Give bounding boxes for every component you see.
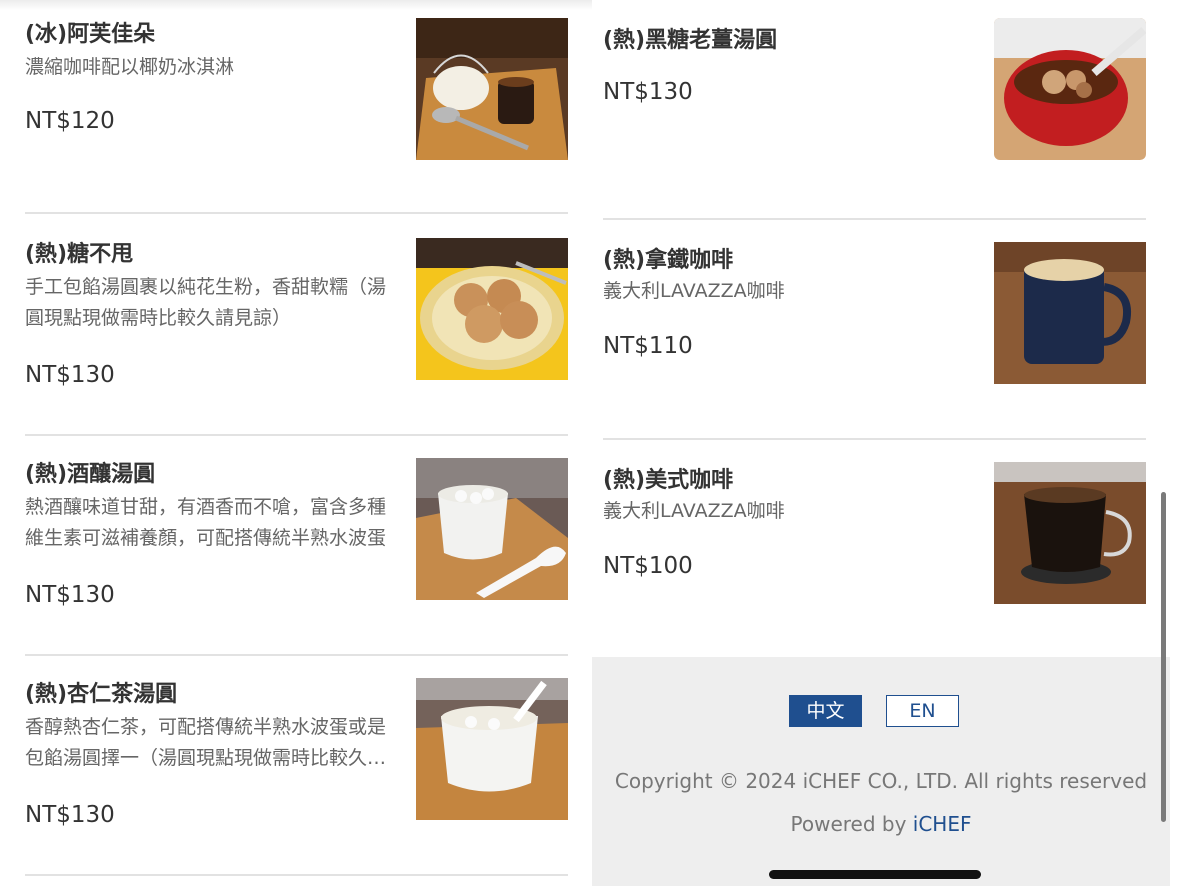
item-price: NT$130 xyxy=(25,582,115,608)
menu-item[interactable]: (熱)糖不甩 手工包餡湯圓裹以純花生粉，香甜軟糯（湯圓現點現做需時比較久請見諒）… xyxy=(25,220,568,440)
powered-by-prefix: Powered by xyxy=(790,812,913,836)
menu-column-left: (冰)阿芙佳朵 濃縮咖啡配以椰奶冰淇淋 NT$120 (熱)糖不甩 手工包餡湯圓… xyxy=(25,0,568,886)
powered-by: Powered by iCHEF xyxy=(592,812,1170,836)
language-zh-button[interactable]: 中文 xyxy=(789,695,862,727)
item-divider xyxy=(25,654,568,656)
item-description: 手工包餡湯圓裹以純花生粉，香甜軟糯（湯圓現點現做需時比較久請見諒） xyxy=(25,276,387,329)
menu-item[interactable]: (熱)拿鐵咖啡 義大利LAVAZZA咖啡 NT$110 xyxy=(603,220,1146,440)
item-name: (熱)杏仁茶湯圓 xyxy=(25,682,178,707)
ichef-link[interactable]: iCHEF xyxy=(913,812,972,836)
item-description: 熱酒釀味道甘甜，有酒香而不嗆，富含多種維生素可滋補養顏，可配搭傳統半熟水波蛋 xyxy=(25,496,387,549)
item-name: (熱)酒釀湯圓 xyxy=(25,462,156,487)
item-description: 義大利LAVAZZA咖啡 xyxy=(603,500,785,522)
item-price: NT$110 xyxy=(603,333,693,359)
item-price: NT$130 xyxy=(603,79,693,105)
item-name: (熱)黑糖老薑湯圓 xyxy=(603,28,778,53)
copyright-text: Copyright © 2024 iCHEF CO., LTD. All rig… xyxy=(614,769,1148,793)
home-indicator[interactable] xyxy=(769,870,981,879)
menu-item[interactable]: (冰)阿芙佳朵 濃縮咖啡配以椰奶冰淇淋 NT$120 xyxy=(25,0,568,220)
menu-item[interactable]: (熱)杏仁茶湯圓 香醇熱杏仁茶，可配搭傳統半熟水波蛋或是包餡湯圓擇一（湯圓現點現… xyxy=(25,660,568,880)
item-name: (熱)美式咖啡 xyxy=(603,468,734,493)
item-divider xyxy=(25,212,568,214)
item-name: (熱)糖不甩 xyxy=(25,242,134,267)
scrollbar[interactable] xyxy=(1161,492,1166,822)
language-en-button[interactable]: EN xyxy=(886,695,959,727)
item-description: 義大利LAVAZZA咖啡 xyxy=(603,280,785,302)
menu-item[interactable]: (熱)酒釀湯圓 熱酒釀味道甘甜，有酒香而不嗆，富含多種維生素可滋補養顏，可配搭傳… xyxy=(25,440,568,660)
item-price: NT$130 xyxy=(25,362,115,388)
americano-photo[interactable] xyxy=(994,462,1146,604)
item-price: NT$130 xyxy=(25,802,115,828)
brown-sugar-ginger-dumplings-photo[interactable] xyxy=(994,18,1146,160)
menu-item[interactable]: (熱)美式咖啡 義大利LAVAZZA咖啡 NT$100 xyxy=(603,440,1146,660)
affogato-photo[interactable] xyxy=(416,18,568,160)
item-name: (冰)阿芙佳朵 xyxy=(25,22,156,47)
item-divider xyxy=(25,434,568,436)
item-price: NT$120 xyxy=(25,108,115,134)
item-description: 香醇熱杏仁茶，可配搭傳統半熟水波蛋或是包餡湯圓擇一（湯圓現點現做需時比較久請見諒… xyxy=(25,716,387,769)
latte-photo[interactable] xyxy=(994,242,1146,384)
item-divider xyxy=(25,874,568,876)
almond-tea-dumplings-photo[interactable] xyxy=(416,678,568,820)
item-price: NT$100 xyxy=(603,553,693,579)
item-description: 濃縮咖啡配以椰奶冰淇淋 xyxy=(25,56,235,78)
rice-wine-dumplings-photo[interactable] xyxy=(416,458,568,600)
peanut-dumplings-photo[interactable] xyxy=(416,238,568,380)
footer: 中文 EN Copyright © 2024 iCHEF CO., LTD. A… xyxy=(592,657,1170,886)
item-name: (熱)拿鐵咖啡 xyxy=(603,248,734,273)
menu-item[interactable]: (熱)黑糖老薑湯圓 NT$130 xyxy=(603,0,1146,220)
